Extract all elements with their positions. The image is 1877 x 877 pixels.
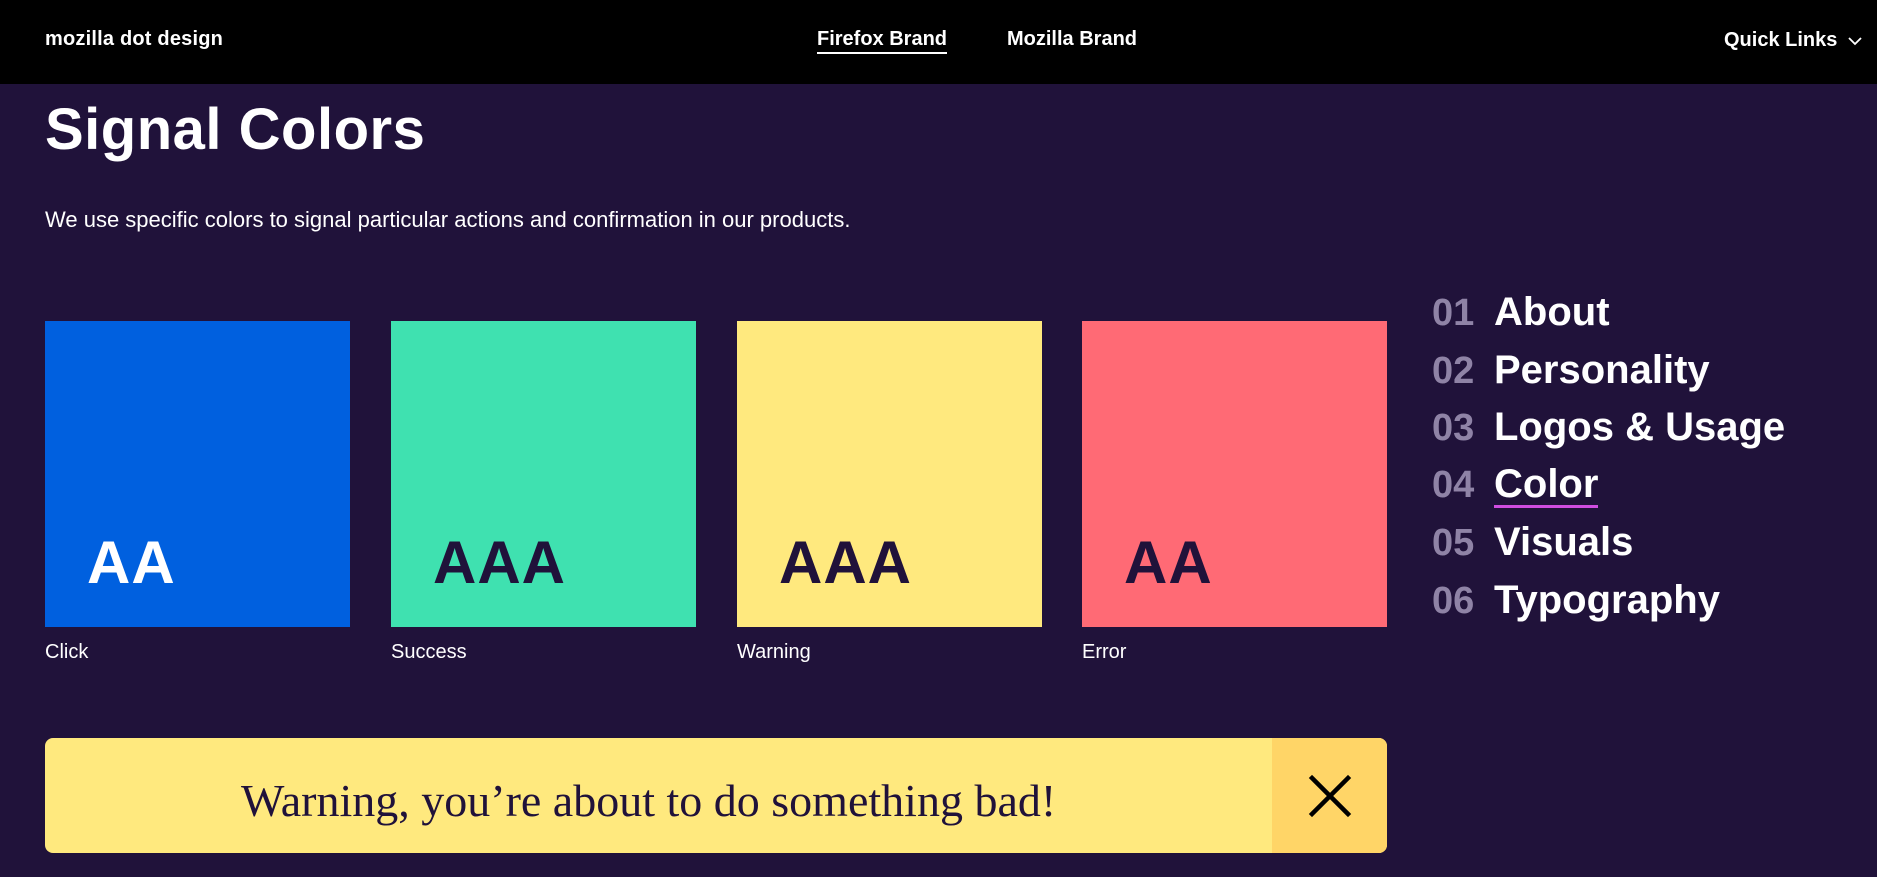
nav-firefox-brand[interactable]: Firefox Brand	[817, 28, 948, 54]
toc-label: About	[1494, 290, 1610, 334]
quick-links-label: Quick Links	[1724, 29, 1838, 51]
intro-text: We use specific colors to signal particu…	[45, 207, 851, 232]
swatch-rating: AA	[87, 529, 176, 596]
toc-item-logos-usage[interactable]: 03 Logos & Usage	[1432, 405, 1785, 463]
toc-number: 01	[1432, 292, 1475, 334]
warning-alert-banner: Warning, you’re about to do something ba…	[45, 738, 1387, 853]
page-title: Signal Colors	[45, 97, 426, 162]
toc-number: 04	[1432, 463, 1475, 506]
alert-message: Warning, you’re about to do something ba…	[241, 775, 1057, 826]
toc-label-active: Color	[1494, 461, 1599, 508]
toc-label: Logos & Usage	[1494, 405, 1786, 450]
swatch-error: AA	[1082, 321, 1387, 627]
swatch-label-warning: Warning	[737, 641, 811, 663]
nav-mozilla-brand[interactable]: Mozilla Brand	[1007, 28, 1137, 51]
swatch-success: AAA	[391, 321, 696, 627]
swatch-label-success: Success	[391, 641, 467, 663]
swatch-rating: AAA	[433, 529, 566, 596]
toc-number: 02	[1432, 349, 1475, 392]
toc-item-visuals[interactable]: 05 Visuals	[1432, 520, 1785, 578]
table-of-contents: 01 About 02 Personality 03 Logos & Usage…	[1432, 290, 1785, 636]
chevron-down-icon	[1848, 36, 1863, 45]
toc-number: 03	[1432, 407, 1475, 450]
alert-close-button[interactable]	[1272, 738, 1387, 853]
toc-label: Visuals	[1494, 520, 1634, 565]
swatch-label-error: Error	[1082, 641, 1127, 663]
swatch-click: AA	[45, 321, 350, 627]
toc-number: 05	[1432, 522, 1475, 565]
quick-links-dropdown[interactable]: Quick Links	[1724, 29, 1863, 52]
swatch-warning: AAA	[737, 321, 1042, 627]
toc-item-about[interactable]: 01 About	[1432, 290, 1785, 348]
toc-label: Typography	[1494, 577, 1720, 622]
swatch-label-click: Click	[45, 641, 89, 663]
swatch-rating: AA	[1124, 529, 1213, 596]
toc-item-color[interactable]: 04 Color	[1432, 463, 1785, 521]
toc-number: 06	[1432, 579, 1475, 622]
toc-item-personality[interactable]: 02 Personality	[1432, 348, 1785, 406]
site-logo-link[interactable]: mozilla dot design	[45, 28, 223, 51]
toc-label: Personality	[1494, 347, 1710, 392]
close-icon	[1308, 774, 1351, 817]
swatch-rating: AAA	[779, 529, 912, 596]
top-navigation-bar: mozilla dot design Firefox Brand Mozilla…	[0, 0, 1877, 84]
toc-item-typography[interactable]: 06 Typography	[1432, 578, 1785, 636]
